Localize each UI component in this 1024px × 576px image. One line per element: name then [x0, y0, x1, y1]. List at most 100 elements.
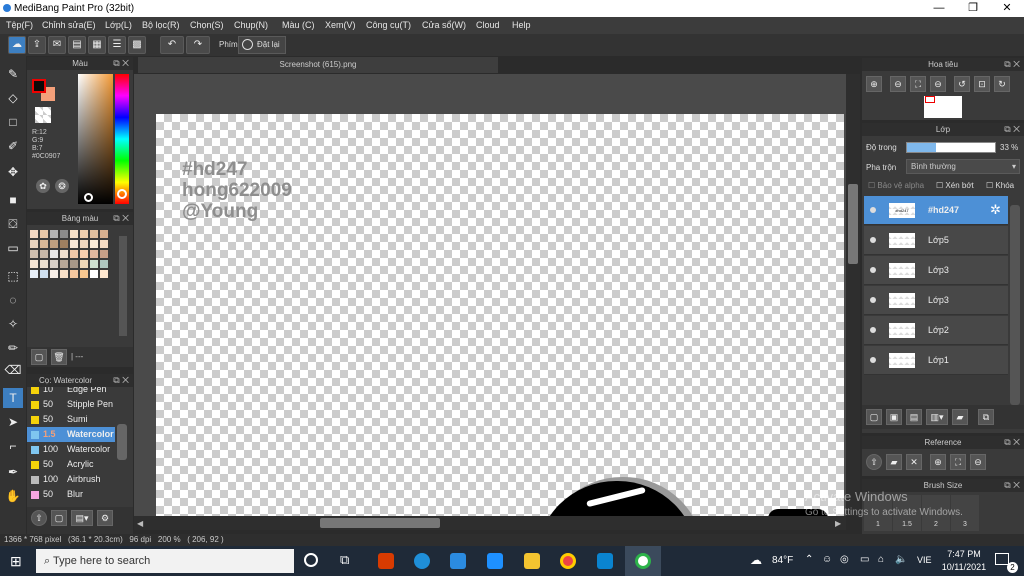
navigator-view-rect[interactable] [925, 96, 935, 103]
palette-swatch[interactable] [90, 230, 98, 238]
mail-icon[interactable] [487, 553, 503, 569]
brush-tool-icon[interactable]: ✎ [3, 64, 23, 84]
move-tool-icon[interactable]: ✥ [3, 162, 23, 182]
menu-edit[interactable]: Chỉnh sửa(E) [42, 20, 96, 30]
panel-close-icon[interactable]: ⧉ ✕ [113, 57, 129, 70]
share-icon[interactable]: ⇪ [28, 36, 46, 54]
palette-swatch[interactable] [100, 270, 108, 278]
add-brush-icon[interactable]: ⇧ [31, 510, 47, 526]
battery-icon[interactable]: ▭ [860, 554, 869, 565]
eraser-tool-icon[interactable]: ◇ [3, 88, 23, 108]
color-palette-icon[interactable]: ❂ [55, 179, 69, 193]
reset-view-icon[interactable]: ⊡ [974, 76, 990, 92]
menu-cloud[interactable]: Cloud [476, 20, 500, 30]
palette-swatch[interactable] [60, 270, 68, 278]
color-wheel-icon[interactable]: ✿ [36, 179, 50, 193]
document-tab[interactable]: Screenshot (615).png [138, 57, 498, 73]
palette-swatch[interactable] [90, 240, 98, 248]
redo-button[interactable]: ↷ [186, 36, 210, 54]
brush-item[interactable]: 100 Watercolor [27, 442, 115, 457]
palette-swatch[interactable] [50, 260, 58, 268]
menu-help[interactable]: Help [512, 20, 531, 30]
maximize-button[interactable]: ❐ [956, 0, 990, 17]
fit-icon[interactable]: ⛶ [950, 454, 966, 470]
navigator-thumbnail[interactable] [924, 96, 962, 118]
reset-button[interactable]: Đặt lại [238, 36, 286, 54]
photos-icon[interactable] [597, 553, 613, 569]
palette-swatch[interactable] [60, 230, 68, 238]
scroll-left-icon[interactable]: ◀ [137, 519, 143, 528]
brush-item[interactable]: 50 Acrylic [27, 457, 115, 472]
eyedropper-tool-icon[interactable]: ⌐ [3, 436, 23, 456]
vertical-scroll-thumb[interactable] [848, 184, 858, 264]
volume-icon[interactable]: 🔈 [895, 554, 907, 565]
select-eraser-icon[interactable]: ⌫ [3, 360, 23, 380]
layer-row[interactable]: Lớp3 [864, 256, 1008, 285]
menu-filter[interactable]: Bộ lọc(R) [142, 20, 180, 30]
layer-scrollbar[interactable] [1010, 205, 1020, 405]
operation-tool-icon[interactable]: ➤ [3, 412, 23, 432]
eye-icon[interactable] [870, 357, 876, 363]
minimize-button[interactable]: — [922, 0, 956, 17]
clipping-checkbox[interactable]: ☐ Xén bớt [936, 181, 974, 190]
brush-item[interactable]: 10 Edge Pen [27, 387, 115, 397]
tray-app-icon-2[interactable]: ◎ [840, 554, 849, 565]
layer-menu-icon[interactable]: ▥▾ [926, 409, 948, 425]
panel-close-icon[interactable]: ⧉ ✕ [1004, 436, 1020, 449]
palette-swatch[interactable] [50, 240, 58, 248]
canvas-area[interactable]: #hd247 hong622009 @Young [134, 74, 860, 516]
rotate-right-icon[interactable]: ↻ [994, 76, 1010, 92]
clock-date[interactable]: 10/11/2021 [938, 562, 990, 572]
palette-swatch[interactable] [90, 250, 98, 258]
panel-close-icon[interactable]: ⧉ ✕ [113, 374, 129, 387]
brush-item[interactable]: 50 Stipple Pen [27, 397, 115, 412]
palette-swatch[interactable] [70, 260, 78, 268]
menu-tools[interactable]: Công cụ(T) [366, 20, 411, 30]
brush-item-selected[interactable]: 1.5 Watercolor [27, 427, 115, 442]
palette-swatch[interactable] [70, 270, 78, 278]
palette-swatch[interactable] [70, 250, 78, 258]
zoom-out-icon[interactable]: ⊖ [890, 76, 906, 92]
palette-swatch[interactable] [40, 250, 48, 258]
palette-swatch[interactable] [40, 260, 48, 268]
palette-swatch[interactable] [40, 230, 48, 238]
delete-palette-icon[interactable]: 🗑 [51, 349, 67, 365]
gear-icon[interactable]: ✲ [990, 202, 1001, 218]
panel-close-icon[interactable]: ⧉ ✕ [113, 212, 129, 225]
brush-settings-icon[interactable]: ⚙ [97, 510, 113, 526]
brush-menu-icon[interactable]: ▤▾ [71, 510, 93, 526]
brush-item[interactable]: 50 Blur [27, 487, 115, 502]
notification-icon[interactable] [995, 553, 1009, 565]
eye-icon[interactable] [870, 237, 876, 243]
palette-swatch[interactable] [100, 260, 108, 268]
palette-swatch[interactable] [100, 230, 108, 238]
panel-close-icon[interactable]: ⧉ ✕ [1004, 58, 1020, 71]
palette-swatch[interactable] [50, 230, 58, 238]
layer-row[interactable]: Lớp5 [864, 226, 1008, 255]
bucket-tool-icon[interactable]: ⛋ [3, 214, 23, 234]
new-8bit-layer-icon[interactable]: ▤ [906, 409, 922, 425]
folder-icon[interactable]: ▰ [952, 409, 968, 425]
protect-alpha-checkbox[interactable]: ☐ Bảo vệ alpha [868, 181, 924, 190]
menu-snap[interactable]: Chụp(N) [234, 20, 268, 30]
store-icon[interactable] [450, 553, 466, 569]
palette-swatch[interactable] [30, 240, 38, 248]
palette-swatch[interactable] [80, 250, 88, 258]
palette-swatch[interactable] [40, 270, 48, 278]
opacity-slider[interactable] [906, 142, 996, 153]
lasso-tool-icon[interactable]: ◌ [3, 290, 23, 310]
zoom-minus-icon[interactable]: ⊖ [930, 76, 946, 92]
new-halftone-layer-icon[interactable]: ▣ [886, 409, 902, 425]
menu-view[interactable]: Xem(V) [325, 20, 356, 30]
magic-wand-icon[interactable]: ✧ [3, 314, 23, 334]
palette-swatch[interactable] [100, 250, 108, 258]
palette-swatch[interactable] [80, 240, 88, 248]
palette-swatch[interactable] [90, 260, 98, 268]
tray-app-icon[interactable]: ☺ [822, 554, 832, 565]
layer-row[interactable]: Lớp2 [864, 316, 1008, 345]
language-indicator[interactable]: VIE [917, 555, 932, 565]
menu-file[interactable]: Tệp(F) [6, 20, 33, 30]
palette-swatch[interactable] [30, 250, 38, 258]
text-tool-icon[interactable]: T [3, 388, 23, 408]
palette-swatch[interactable] [90, 270, 98, 278]
